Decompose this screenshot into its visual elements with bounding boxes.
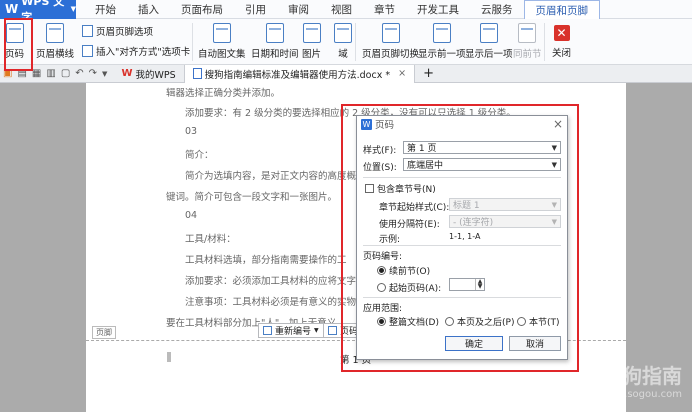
field-icon — [334, 23, 352, 43]
doc-line: 03 — [185, 126, 198, 137]
menu-insert[interactable]: 插入 — [127, 0, 170, 19]
menu-chapter[interactable]: 章节 — [363, 0, 406, 19]
doc-line: 工具/材料： — [185, 234, 236, 245]
wps-logo-icon: W — [121, 68, 133, 79]
date-time-button[interactable]: 日期和时间 — [251, 23, 299, 60]
menu-view[interactable]: 视图 — [320, 0, 363, 19]
show-prev-button[interactable]: 显示前一项 — [418, 23, 466, 60]
renumber-label: 重新编号 — [275, 327, 312, 337]
chevron-down-icon: ▼ — [70, 5, 76, 13]
close-icon: ✕ — [553, 25, 570, 41]
preview-icon[interactable]: ▢ — [61, 68, 70, 79]
date-time-label: 日期和时间 — [251, 49, 299, 60]
same-as-prev-icon — [518, 23, 537, 43]
align-tab-icon — [82, 45, 93, 57]
menu-home[interactable]: 开始 — [84, 0, 127, 19]
doc-line: 注意事项：工具材料必须是有意义的实物 — [185, 297, 357, 308]
menu-page-layout[interactable]: 页面布局 — [170, 0, 234, 19]
highlight-page-number-button — [4, 18, 33, 71]
header-footer-switch-label: 页眉页脚切换 — [362, 49, 420, 60]
show-next-button[interactable]: 显示后一项 — [465, 23, 513, 60]
same-as-prev-button[interactable]: 同前节 — [513, 23, 542, 60]
doc-line: 简介： — [185, 150, 214, 161]
same-as-prev-label: 同前节 — [513, 49, 542, 60]
renumber-icon — [263, 326, 272, 335]
header-line-button[interactable]: 页眉横线 — [36, 23, 74, 60]
close-button[interactable]: ✕ 关闭 — [552, 25, 571, 59]
save-icon[interactable]: ▦ — [32, 68, 41, 79]
doc-line: 辑器选择正确分类并添加。 — [166, 88, 281, 99]
header-footer-options-button[interactable]: 页眉页脚选项 — [82, 24, 153, 38]
tab-bar: ▣ ▤ ▦ ▥ ▢ ↶ ↷ ▼ W 我的WPS 搜狗指南编辑标准及编辑器使用方法… — [0, 64, 692, 83]
divider — [544, 23, 545, 61]
page-number-icon — [328, 326, 337, 335]
divider — [355, 23, 356, 61]
switch-icon — [381, 23, 400, 43]
menu-review[interactable]: 审阅 — [277, 0, 320, 19]
text-part-label: 自动图文集 — [198, 49, 246, 60]
footer-tag: 页脚 — [92, 326, 116, 339]
print-icon[interactable]: ▥ — [46, 68, 55, 79]
watermark: 搜狗指南 zhinan.sogou.com — [591, 360, 682, 400]
plus-icon: + — [423, 66, 434, 81]
field-button[interactable]: 域 — [334, 23, 352, 60]
field-label: 域 — [338, 49, 348, 60]
tab-document-label: 搜狗指南编辑标准及编辑器使用方法.docx * — [204, 69, 391, 81]
show-prev-icon — [432, 23, 451, 43]
show-next-label: 显示后一项 — [465, 49, 513, 60]
ribbon: 页码 页眉横线 页眉页脚选项 插入"对齐方式"选项卡 自动图文集 日期和时间 图… — [0, 19, 692, 65]
picture-button[interactable]: 图片 — [302, 23, 321, 60]
renumber-button[interactable]: 重新编号 ▼ — [258, 323, 324, 338]
app-menu-button[interactable]: W WPS 文字 ▼ — [0, 0, 76, 24]
menu-developer[interactable]: 开发工具 — [406, 0, 470, 19]
close-label: 关闭 — [552, 48, 572, 59]
text-part-icon — [212, 23, 231, 43]
menu-header-footer[interactable]: 页眉和页脚 — [523, 0, 600, 19]
document-icon — [192, 68, 202, 79]
customize-icon[interactable]: ▼ — [102, 70, 107, 78]
insert-align-tab-button[interactable]: 插入"对齐方式"选项卡 — [82, 44, 190, 58]
header-line-icon — [46, 23, 64, 43]
menu-references[interactable]: 引用 — [234, 0, 277, 19]
chevron-down-icon: ▼ — [314, 327, 319, 334]
picture-label: 图片 — [302, 49, 322, 60]
calendar-icon — [265, 23, 284, 43]
wps-logo-icon: W — [5, 2, 19, 16]
text-part-button[interactable]: 自动图文集 — [198, 23, 246, 60]
doc-line: 工具材料选填，部分指南需要操作的工 — [185, 255, 347, 266]
doc-line: 简介为选填内容，是对正文内容的高度概括 — [185, 171, 366, 182]
doc-line: 添加要求：必须添加工具材料的应将文字 — [185, 276, 357, 287]
menu-bar: W WPS 文字 ▼ 开始 插入 页面布局 引用 审阅 视图 章节 开发工具 云… — [0, 0, 692, 24]
menu-cloud[interactable]: 云服务 — [470, 0, 524, 19]
doc-line: 键词。简介可包含一段文字和一张图片。 — [166, 192, 338, 203]
watermark-text: 搜狗指南 — [602, 364, 682, 388]
picture-icon — [302, 23, 321, 43]
doc-line: 04 — [185, 210, 198, 221]
tab-my-wps-label: 我的WPS — [135, 69, 176, 81]
new-tab-button[interactable]: + — [415, 65, 442, 83]
header-line-label: 页眉横线 — [36, 49, 75, 60]
insert-align-tab-label: 插入"对齐方式"选项卡 — [96, 47, 191, 58]
undo-icon[interactable]: ↶ — [75, 68, 83, 79]
header-footer-switch-button[interactable]: 页眉页脚切换 — [362, 23, 419, 60]
show-prev-label: 显示前一项 — [418, 49, 466, 60]
options-icon — [82, 25, 93, 37]
watermark-url: zhinan.sogou.com — [590, 389, 682, 400]
tab-document[interactable]: 搜狗指南编辑标准及编辑器使用方法.docx * × — [183, 64, 416, 83]
close-tab-icon[interactable]: × — [398, 68, 406, 79]
text-cursor — [167, 352, 171, 362]
tab-my-wps[interactable]: W 我的WPS — [113, 65, 183, 83]
divider — [192, 23, 193, 61]
header-footer-options-label: 页眉页脚选项 — [96, 27, 154, 38]
redo-icon[interactable]: ↷ — [89, 68, 97, 79]
highlight-dialog — [341, 104, 579, 372]
show-next-icon — [479, 23, 498, 43]
